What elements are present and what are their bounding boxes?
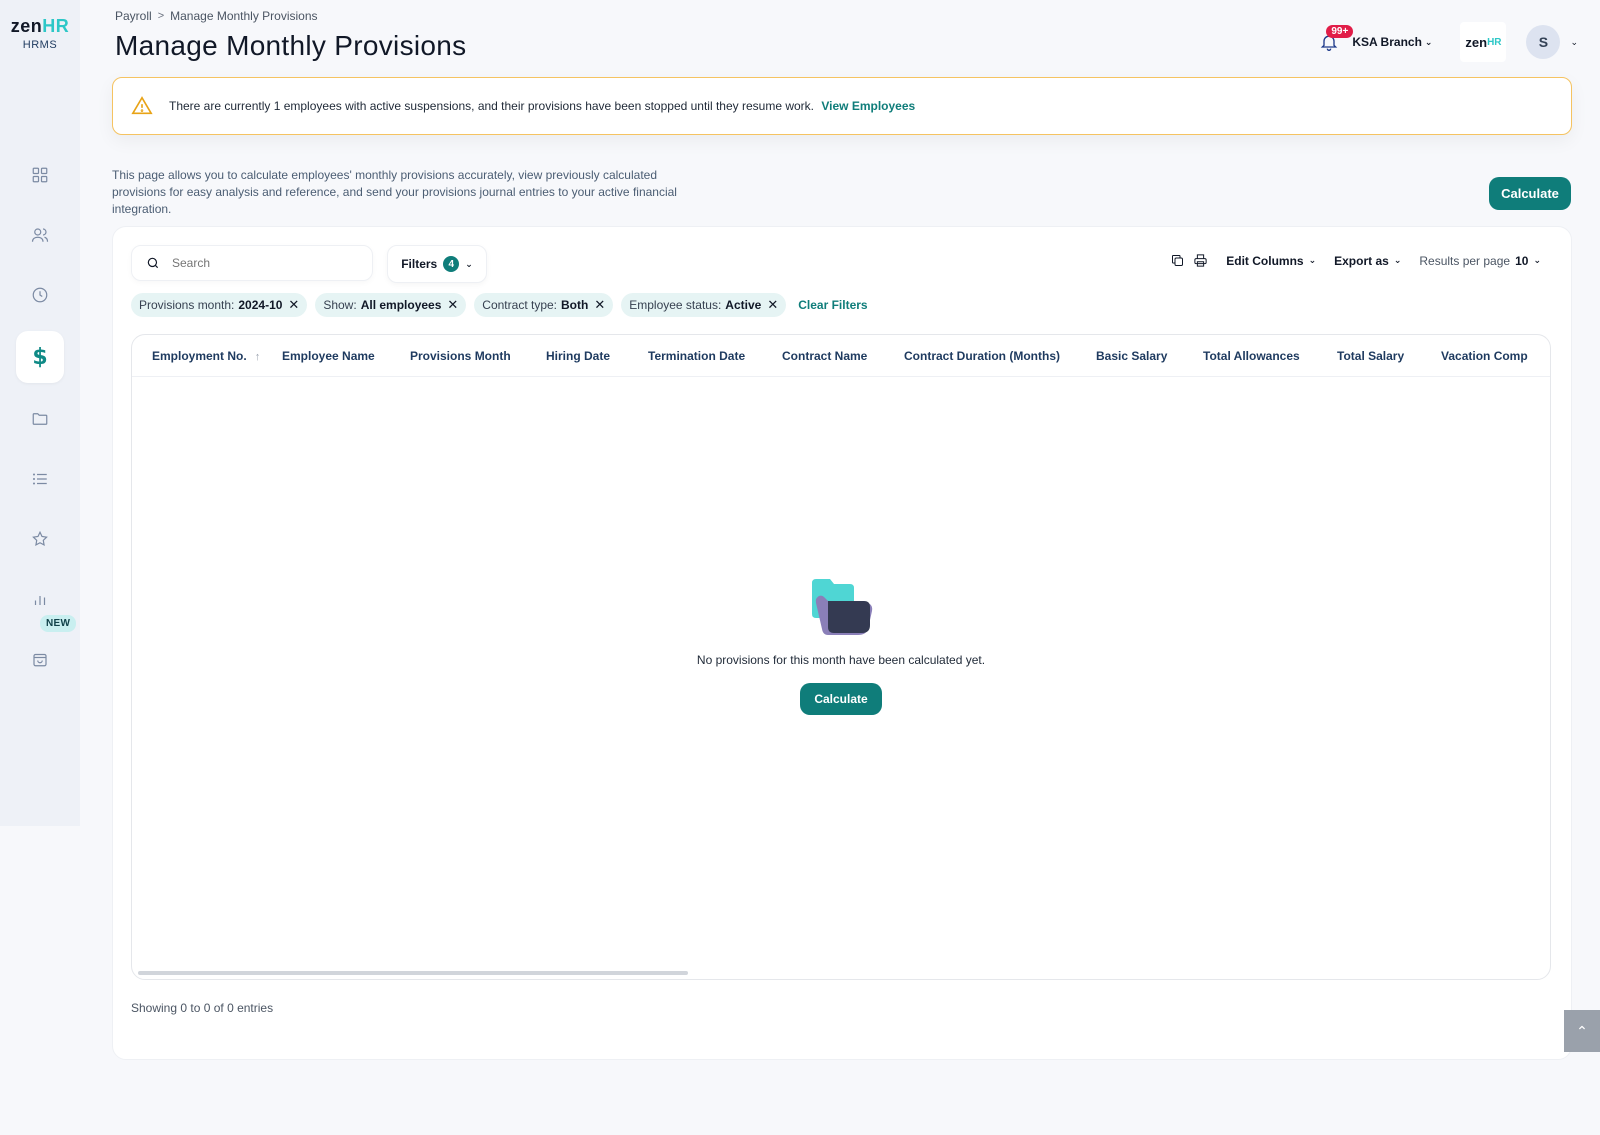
sidebar: zenHR HRMS $ NEW xyxy=(0,0,80,826)
column-header-basic-salary[interactable]: Basic Salary xyxy=(1076,349,1183,363)
folder-icon xyxy=(32,413,48,425)
provisions-table: Employment No. ↑ Employee Name Provisions… xyxy=(131,334,1551,980)
column-header-provisions-month[interactable]: Provisions Month xyxy=(390,349,526,363)
app-logo-subtitle: HRMS xyxy=(22,39,58,51)
bar-chart-icon xyxy=(34,596,46,605)
clock-icon xyxy=(32,287,48,303)
folder-illustration-icon xyxy=(812,579,873,635)
clear-filters-link[interactable]: Clear Filters xyxy=(798,298,867,312)
dollar-icon: $ xyxy=(32,344,48,370)
header-actions: 99+ KSA Branch ⌄ zen HR S ⌄ xyxy=(1316,22,1578,62)
sidebar-item-employees[interactable] xyxy=(16,211,64,259)
filter-chip-provisions-month[interactable]: Provisions month: 2024-10 ✕ xyxy=(131,293,308,317)
table-header: Employment No. ↑ Employee Name Provisions… xyxy=(132,335,1550,377)
breadcrumb: Payroll > Manage Monthly Provisions xyxy=(115,9,318,23)
users-icon xyxy=(31,228,49,242)
breadcrumb-current: Manage Monthly Provisions xyxy=(170,9,318,23)
search-icon xyxy=(147,257,159,269)
provisions-card: Filters 4 ⌄ Edit Columns⌄ Export as⌄ Res… xyxy=(112,226,1572,1060)
sort-asc-icon[interactable]: ↑ xyxy=(255,351,261,363)
new-badge: NEW xyxy=(40,615,77,632)
filter-chip-show[interactable]: Show: All employees ✕ xyxy=(315,293,467,317)
sidebar-item-attendance[interactable] xyxy=(16,271,64,319)
active-filters: Provisions month: 2024-10 ✕ Show: All emplo… xyxy=(131,293,868,317)
notification-count-badge: 99+ xyxy=(1326,25,1354,38)
close-icon[interactable]: ✕ xyxy=(288,297,299,313)
filters-label: Filters xyxy=(401,257,438,271)
chevron-down-icon: ⌄ xyxy=(465,258,473,269)
export-as-dropdown[interactable]: Export as ⌄ xyxy=(1334,254,1401,268)
chevron-down-icon: ⌄ xyxy=(1424,36,1433,47)
column-header-employment-no[interactable]: Employment No. ↑ xyxy=(132,349,262,363)
search-input[interactable] xyxy=(172,256,352,270)
column-header-termination-date[interactable]: Termination Date xyxy=(628,349,762,363)
column-header-contract-duration[interactable]: Contract Duration (Months) xyxy=(884,349,1076,363)
breadcrumb-payroll-link[interactable]: Payroll xyxy=(115,9,152,23)
branch-name: KSA Branch xyxy=(1352,35,1422,49)
filters-button[interactable]: Filters 4 ⌄ xyxy=(387,245,487,283)
empty-state: No provisions for this month have been c… xyxy=(132,575,1550,715)
alert-message: There are currently 1 employees with act… xyxy=(169,99,815,113)
results-per-page-value: 10 xyxy=(1515,253,1529,268)
sidebar-item-marketplace[interactable]: NEW xyxy=(16,615,77,683)
empty-state-message: No provisions for this month have been c… xyxy=(696,653,986,667)
column-header-total-salary[interactable]: Total Salary xyxy=(1317,349,1421,363)
page-title: Manage Monthly Provisions xyxy=(115,30,467,61)
scroll-to-top-button[interactable]: ⌃ xyxy=(1564,1010,1600,1052)
star-icon xyxy=(32,530,48,547)
search-box[interactable] xyxy=(131,245,373,281)
branch-selector[interactable]: KSA Branch ⌄ xyxy=(1352,35,1432,49)
warning-icon xyxy=(131,96,153,115)
filters-count-badge: 4 xyxy=(443,256,460,272)
calculate-button[interactable]: Calculate xyxy=(1489,177,1571,210)
copy-icon[interactable] xyxy=(1170,253,1185,268)
user-menu-chevron-icon[interactable]: ⌄ xyxy=(1570,37,1578,48)
user-avatar[interactable]: S xyxy=(1526,25,1561,59)
empty-state-calculate-button[interactable]: Calculate xyxy=(800,683,882,715)
grid-icon xyxy=(32,167,48,183)
sidebar-item-favorites[interactable] xyxy=(16,515,64,563)
close-icon[interactable]: ✕ xyxy=(767,297,778,313)
filter-chip-contract-type[interactable]: Contract type: Both ✕ xyxy=(474,293,614,317)
sidebar-item-documents[interactable] xyxy=(16,395,64,443)
app-logo[interactable]: zenHR HRMS xyxy=(11,16,70,51)
sidebar-item-lists[interactable] xyxy=(16,455,64,503)
close-icon[interactable]: ✕ xyxy=(594,297,605,313)
entries-info: Showing 0 to 0 of 0 entries xyxy=(131,1001,274,1015)
edit-columns-dropdown[interactable]: Edit Columns ⌄ xyxy=(1226,254,1316,268)
filter-chip-employee-status[interactable]: Employee status: Active ✕ xyxy=(621,293,787,317)
results-per-page-select[interactable]: Results per page 10 ⌄ xyxy=(1419,254,1541,268)
bag-icon xyxy=(33,653,47,667)
sidebar-item-payroll[interactable]: $ xyxy=(16,331,64,383)
column-header-hiring-date[interactable]: Hiring Date xyxy=(526,349,628,363)
sidebar-item-dashboard[interactable] xyxy=(16,151,64,199)
column-header-total-allowances[interactable]: Total Allowances xyxy=(1183,349,1317,363)
results-per-page-label: Results per page xyxy=(1419,253,1511,268)
print-icon[interactable] xyxy=(1193,253,1208,268)
chevron-up-icon: ⌃ xyxy=(1576,1022,1588,1039)
view-employees-link[interactable]: View Employees xyxy=(821,99,915,113)
company-logo[interactable]: zen HR xyxy=(1460,22,1507,62)
column-header-vacation-comp[interactable]: Vacation Comp xyxy=(1421,349,1550,363)
column-header-employee-name[interactable]: Employee Name xyxy=(262,349,390,363)
table-toolbar: Edit Columns ⌄ Export as ⌄ Results per pag… xyxy=(1170,253,1541,268)
sidebar-nav: $ NEW xyxy=(16,151,77,695)
notifications-button[interactable]: 99+ xyxy=(1316,25,1354,55)
suspension-alert: There are currently 1 employees with act… xyxy=(112,77,1572,135)
page-description: This page allows you to calculate employ… xyxy=(112,168,677,216)
close-icon[interactable]: ✕ xyxy=(447,297,458,313)
list-icon xyxy=(32,473,47,485)
horizontal-scrollbar[interactable] xyxy=(138,971,688,975)
column-header-contract-name[interactable]: Contract Name xyxy=(762,349,884,363)
breadcrumb-separator: > xyxy=(157,10,165,22)
